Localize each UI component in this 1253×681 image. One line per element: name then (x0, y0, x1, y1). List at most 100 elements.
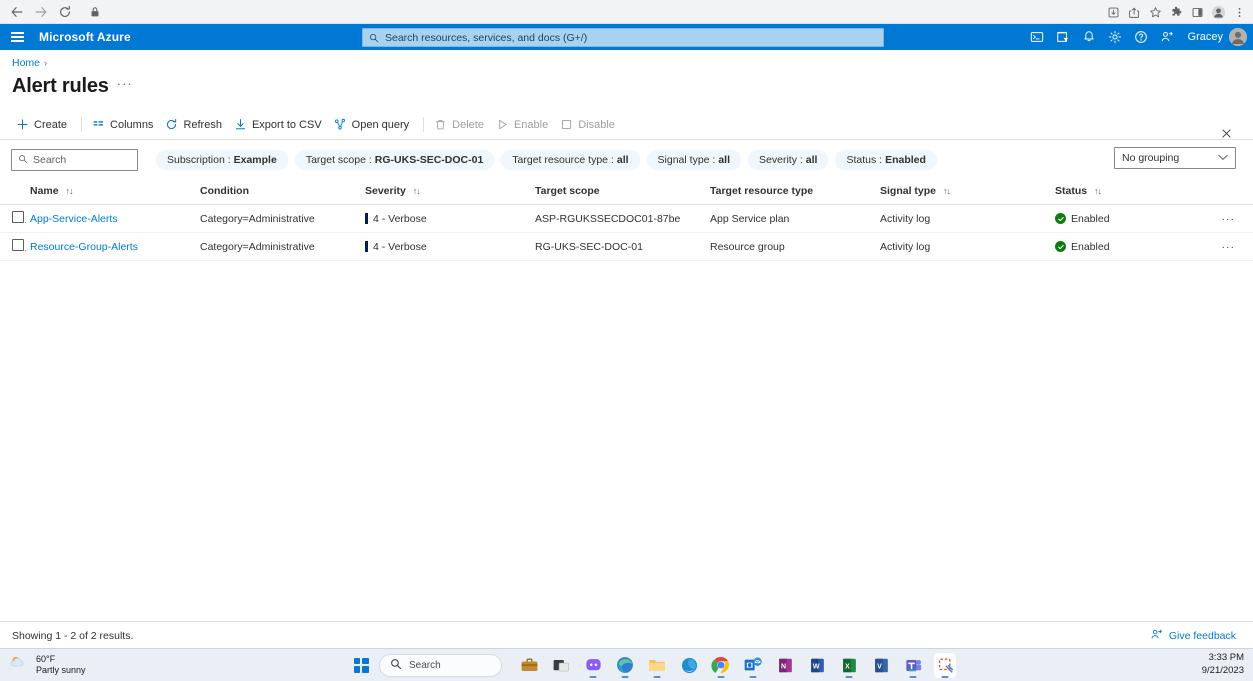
briefcase-icon[interactable] (518, 653, 540, 678)
azure-global-header: Microsoft Azure Search resources, servic… (0, 24, 1253, 50)
create-button[interactable]: Create (12, 113, 75, 137)
feedback-icon[interactable] (1154, 24, 1180, 50)
column-header-target-resource-type[interactable]: Target resource type (706, 180, 876, 205)
teams-icon[interactable] (902, 653, 924, 678)
outlook-icon[interactable] (742, 653, 764, 678)
windows-start-icon[interactable] (350, 653, 372, 678)
row-checkbox[interactable] (12, 211, 24, 223)
portal-menu-icon[interactable] (0, 24, 34, 50)
user-name[interactable]: Gracey (1188, 31, 1223, 43)
folder-icon[interactable] (646, 653, 668, 678)
taskbar-clock[interactable]: 3:33 PM 9/21/2023 (1202, 652, 1244, 678)
microsoft-365-icon[interactable] (678, 653, 700, 678)
filter-pill-status-label: Status : (846, 154, 882, 166)
stop-square-icon (560, 118, 573, 131)
breadcrumb: Home › (0, 50, 1253, 69)
export-csv-button[interactable]: Export to CSV (230, 113, 330, 137)
lock-icon[interactable] (88, 5, 102, 19)
table-row[interactable]: App-Service-Alerts Category=Administrati… (0, 205, 1253, 233)
notifications-bell-icon[interactable] (1076, 24, 1102, 50)
install-icon[interactable] (1103, 2, 1123, 22)
help-question-icon[interactable] (1128, 24, 1154, 50)
bookmark-star-icon[interactable] (1145, 2, 1165, 22)
forward-arrow-icon[interactable] (30, 2, 52, 22)
column-header-status[interactable]: Status ↑↓ (1051, 180, 1211, 205)
extensions-puzzle-icon[interactable] (1166, 2, 1186, 22)
filter-pill-signal-type[interactable]: Signal type : all (647, 150, 741, 170)
download-icon (234, 118, 247, 131)
alert-rule-link[interactable]: Resource-Group-Alerts (30, 241, 138, 253)
share-icon[interactable] (1124, 2, 1144, 22)
column-header-name[interactable]: Name ↑↓ (26, 180, 196, 205)
give-feedback-label: Give feedback (1169, 630, 1236, 642)
taskbar-search-input[interactable]: Search (379, 654, 502, 677)
search-input[interactable]: Search (11, 149, 138, 171)
directories-filter-icon[interactable] (1050, 24, 1076, 50)
avatar[interactable] (1229, 28, 1247, 46)
snipping-tool-icon[interactable] (934, 653, 956, 678)
more-menu-icon[interactable] (1229, 2, 1249, 22)
filter-pill-status-value: Enabled (885, 154, 926, 166)
azure-brand[interactable]: Microsoft Azure (39, 30, 131, 44)
cell-name[interactable]: App-Service-Alerts (26, 205, 196, 233)
open-query-button[interactable]: Open query (330, 113, 417, 137)
filter-pill-subscription-value: Example (234, 154, 277, 166)
chevron-down-icon (1218, 152, 1228, 164)
columns-button[interactable]: Columns (88, 113, 161, 137)
delete-label: Delete (452, 119, 484, 131)
row-checkbox-cell[interactable] (0, 233, 26, 261)
filter-pill-subscription[interactable]: Subscription : Example (156, 150, 288, 170)
filter-pill-severity-value: all (806, 154, 818, 166)
column-header-signal-type[interactable]: Signal type ↑↓ (876, 180, 1051, 205)
visio-icon[interactable]: V (870, 653, 892, 678)
reload-icon[interactable] (54, 2, 76, 22)
excel-icon[interactable]: X (838, 653, 860, 678)
cloudshell-icon[interactable] (1024, 24, 1050, 50)
filter-pill-target-resource-type[interactable]: Target resource type : all (501, 150, 639, 170)
profile-icon[interactable] (1208, 2, 1228, 22)
row-checkbox-cell[interactable] (0, 205, 26, 233)
row-context-menu-icon[interactable]: ··· (1211, 233, 1253, 261)
weather-widget[interactable]: 60°F Partly sunny (0, 652, 230, 678)
filter-pill-severity[interactable]: Severity : all (748, 150, 828, 170)
title-row: Alert rules ··· (0, 69, 1253, 98)
partly-sunny-icon (8, 652, 29, 678)
alert-rule-link[interactable]: App-Service-Alerts (30, 213, 118, 225)
sort-icon[interactable]: ↑↓ (943, 186, 950, 196)
settings-gear-icon[interactable] (1102, 24, 1128, 50)
page-more-menu-icon[interactable]: ··· (117, 76, 133, 98)
chrome-icon[interactable] (710, 653, 732, 678)
select-all-header[interactable] (0, 180, 26, 205)
copilot-icon[interactable] (582, 653, 604, 678)
refresh-button[interactable]: Refresh (161, 113, 230, 137)
global-search-input[interactable]: Search resources, services, and docs (G+… (362, 28, 884, 47)
word-icon[interactable]: W (806, 653, 828, 678)
onenote-icon[interactable]: N (774, 653, 796, 678)
cell-name[interactable]: Resource-Group-Alerts (26, 233, 196, 261)
column-header-condition[interactable]: Condition (196, 180, 361, 205)
column-header-target-scope[interactable]: Target scope (531, 180, 706, 205)
row-context-menu-icon[interactable]: ··· (1211, 205, 1253, 233)
cell-condition: Category=Administrative (196, 233, 361, 261)
grouping-value: No grouping (1122, 152, 1179, 164)
row-checkbox[interactable] (12, 239, 24, 251)
edge-icon[interactable] (614, 653, 636, 678)
breadcrumb-home[interactable]: Home (12, 57, 40, 69)
taskbar-search-placeholder: Search (409, 660, 441, 671)
sort-icon[interactable]: ↑↓ (66, 186, 73, 196)
filter-pill-target-scope[interactable]: Target scope : RG-UKS-SEC-DOC-01 (295, 150, 494, 170)
cell-status: Enabled (1051, 233, 1211, 261)
play-triangle-icon (496, 118, 509, 131)
give-feedback-button[interactable]: Give feedback (1150, 628, 1236, 644)
status-label: Enabled (1071, 241, 1110, 253)
filter-pill-signal-type-value: all (718, 154, 730, 166)
filter-pill-status[interactable]: Status : Enabled (835, 150, 936, 170)
task-view-icon[interactable] (550, 653, 572, 678)
back-arrow-icon[interactable] (6, 2, 28, 22)
sort-icon[interactable]: ↑↓ (413, 186, 420, 196)
column-header-severity[interactable]: Severity ↑↓ (361, 180, 531, 205)
table-row[interactable]: Resource-Group-Alerts Category=Administr… (0, 233, 1253, 261)
grouping-select[interactable]: No grouping (1114, 147, 1236, 169)
split-screen-icon[interactable] (1187, 2, 1207, 22)
sort-icon[interactable]: ↑↓ (1094, 186, 1101, 196)
